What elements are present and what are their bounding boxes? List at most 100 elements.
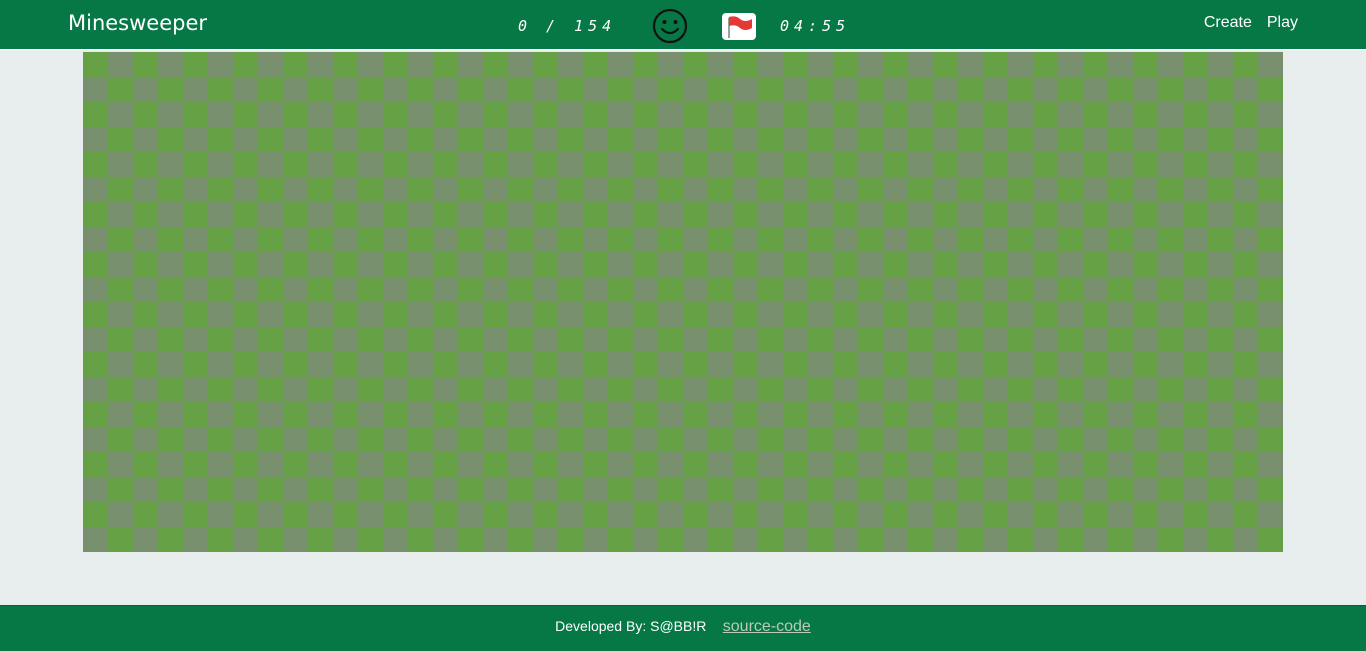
- minefield-cell[interactable]: [1208, 402, 1233, 427]
- minefield-cell[interactable]: [483, 52, 508, 77]
- minefield-cell[interactable]: [633, 402, 658, 427]
- minefield-cell[interactable]: [808, 527, 833, 552]
- minefield-cell[interactable]: [1008, 102, 1033, 127]
- minefield-cell[interactable]: [133, 127, 158, 152]
- minefield-cell[interactable]: [1008, 302, 1033, 327]
- minefield-cell[interactable]: [408, 277, 433, 302]
- minefield-cell[interactable]: [783, 152, 808, 177]
- minefield-cell[interactable]: [208, 227, 233, 252]
- minefield-cell[interactable]: [158, 202, 183, 227]
- minefield-cell[interactable]: [658, 302, 683, 327]
- minefield-cell[interactable]: [283, 377, 308, 402]
- minefield-cell[interactable]: [858, 227, 883, 252]
- minefield-cell[interactable]: [1083, 352, 1108, 377]
- minefield-cell[interactable]: [983, 527, 1008, 552]
- minefield-cell[interactable]: [558, 427, 583, 452]
- minefield-cell[interactable]: [933, 252, 958, 277]
- minefield-cell[interactable]: [133, 177, 158, 202]
- minefield-cell[interactable]: [1258, 402, 1283, 427]
- minefield-cell[interactable]: [1033, 302, 1058, 327]
- minefield-cell[interactable]: [908, 527, 933, 552]
- minefield-cell[interactable]: [1058, 227, 1083, 252]
- minefield-cell[interactable]: [858, 127, 883, 152]
- minefield-cell[interactable]: [508, 427, 533, 452]
- minefield-cell[interactable]: [683, 52, 708, 77]
- minefield-cell[interactable]: [658, 127, 683, 152]
- minefield-cell[interactable]: [158, 277, 183, 302]
- minefield-cell[interactable]: [1233, 102, 1258, 127]
- minefield-cell[interactable]: [683, 127, 708, 152]
- minefield-cell[interactable]: [783, 202, 808, 227]
- minefield-cell[interactable]: [583, 152, 608, 177]
- minefield-cell[interactable]: [433, 177, 458, 202]
- minefield-cell[interactable]: [1008, 502, 1033, 527]
- minefield-cell[interactable]: [408, 527, 433, 552]
- minefield-cell[interactable]: [258, 527, 283, 552]
- minefield-cell[interactable]: [658, 427, 683, 452]
- minefield-cell[interactable]: [1108, 427, 1133, 452]
- minefield-cell[interactable]: [1183, 477, 1208, 502]
- minefield-cell[interactable]: [508, 227, 533, 252]
- minefield-cell[interactable]: [833, 502, 858, 527]
- minefield-cell[interactable]: [233, 327, 258, 352]
- minefield-cell[interactable]: [258, 477, 283, 502]
- minefield-cell[interactable]: [633, 302, 658, 327]
- minefield-cell[interactable]: [183, 377, 208, 402]
- minefield-cell[interactable]: [458, 402, 483, 427]
- minefield-cell[interactable]: [208, 352, 233, 377]
- minefield-cell[interactable]: [608, 252, 633, 277]
- minefield-cell[interactable]: [433, 227, 458, 252]
- minefield-cell[interactable]: [133, 352, 158, 377]
- minefield-cell[interactable]: [833, 302, 858, 327]
- minefield-cell[interactable]: [933, 502, 958, 527]
- minefield-cell[interactable]: [533, 502, 558, 527]
- minefield-cell[interactable]: [1083, 427, 1108, 452]
- minefield-cell[interactable]: [958, 152, 983, 177]
- minefield-cell[interactable]: [1083, 502, 1108, 527]
- minefield-cell[interactable]: [1208, 377, 1233, 402]
- minefield-cell[interactable]: [383, 427, 408, 452]
- minefield-cell[interactable]: [658, 77, 683, 102]
- minefield-cell[interactable]: [233, 102, 258, 127]
- minefield-cell[interactable]: [1233, 177, 1258, 202]
- nav-create-link[interactable]: Create: [1204, 10, 1252, 36]
- minefield-cell[interactable]: [808, 177, 833, 202]
- minefield-cell[interactable]: [283, 477, 308, 502]
- minefield-cell[interactable]: [383, 52, 408, 77]
- minefield-cell[interactable]: [508, 452, 533, 477]
- minefield-cell[interactable]: [158, 77, 183, 102]
- minefield-cell[interactable]: [1183, 77, 1208, 102]
- minefield-cell[interactable]: [658, 527, 683, 552]
- minefield-cell[interactable]: [533, 477, 558, 502]
- minefield-cell[interactable]: [558, 527, 583, 552]
- minefield-cell[interactable]: [183, 202, 208, 227]
- minefield-cell[interactable]: [633, 202, 658, 227]
- minefield-cell[interactable]: [408, 402, 433, 427]
- minefield-cell[interactable]: [383, 127, 408, 152]
- minefield-cell[interactable]: [858, 527, 883, 552]
- minefield-cell[interactable]: [583, 527, 608, 552]
- minefield-cell[interactable]: [83, 477, 108, 502]
- minefield-cell[interactable]: [333, 452, 358, 477]
- minefield-cell[interactable]: [1008, 202, 1033, 227]
- minefield-cell[interactable]: [683, 452, 708, 477]
- minefield-cell[interactable]: [1208, 227, 1233, 252]
- minefield-cell[interactable]: [958, 502, 983, 527]
- minefield-cell[interactable]: [1083, 452, 1108, 477]
- minefield-cell[interactable]: [1033, 452, 1058, 477]
- minefield-cell[interactable]: [1183, 52, 1208, 77]
- minefield-cell[interactable]: [908, 352, 933, 377]
- minefield-cell[interactable]: [408, 427, 433, 452]
- minefield-cell[interactable]: [333, 77, 358, 102]
- minefield-cell[interactable]: [883, 252, 908, 277]
- minefield-cell[interactable]: [1208, 427, 1233, 452]
- minefield-cell[interactable]: [983, 502, 1008, 527]
- minefield-cell[interactable]: [458, 252, 483, 277]
- minefield-cell[interactable]: [383, 102, 408, 127]
- minefield-cell[interactable]: [208, 52, 233, 77]
- minefield-cell[interactable]: [708, 327, 733, 352]
- minefield-cell[interactable]: [583, 452, 608, 477]
- minefield-cell[interactable]: [433, 402, 458, 427]
- minefield-cell[interactable]: [258, 177, 283, 202]
- minefield-cell[interactable]: [1108, 152, 1133, 177]
